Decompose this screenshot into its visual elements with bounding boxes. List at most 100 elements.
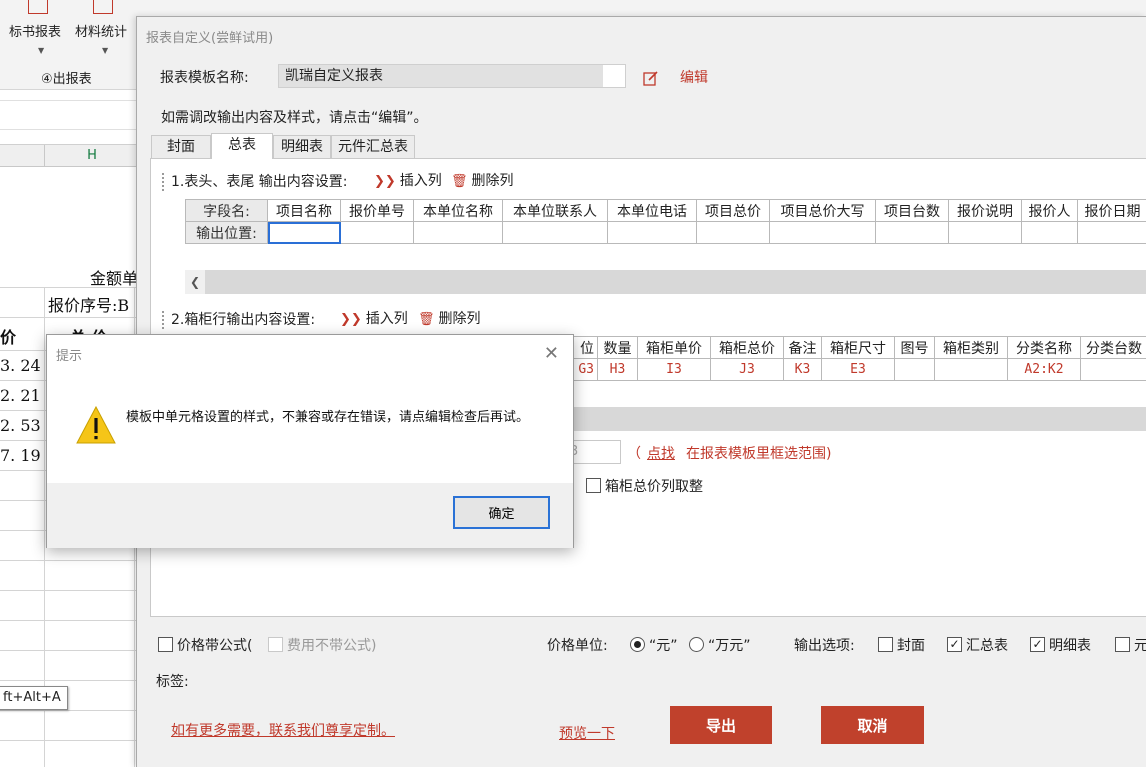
trash-icon: 🗑 xyxy=(451,174,468,189)
field-cell[interactable]: 分类名称 xyxy=(1007,336,1081,359)
tab-summary[interactable]: 总表 xyxy=(211,133,273,159)
field-cell[interactable]: 项目总价 xyxy=(696,199,770,222)
dropdown-arrow-icon[interactable]: ▼ xyxy=(38,46,44,55)
dropdown-arrow-icon[interactable]: ▼ xyxy=(102,46,108,55)
position-cell[interactable] xyxy=(934,358,1008,381)
price-formula-label: 价格带公式( xyxy=(177,638,253,654)
alert-message: 模板中单元格设置的样式，不兼容或存在错误，请点编辑检查后再试。 xyxy=(126,410,530,425)
field-cell[interactable]: 本单位名称 xyxy=(413,199,503,222)
ribbon-item-bid-report[interactable]: 标书报表 xyxy=(9,21,61,40)
field-cell[interactable]: 报价人 xyxy=(1021,199,1078,222)
field-cell[interactable]: 分类台数 xyxy=(1080,336,1146,359)
field-cell[interactable]: 报价日期 xyxy=(1077,199,1146,222)
field-cell[interactable]: 备注 xyxy=(783,336,822,359)
unit-yuan-radio[interactable] xyxy=(630,637,645,652)
section2-toolbar: 2.箱柜行输出内容设置: ❯❯ 插入列 🗑 删除列 xyxy=(158,307,493,333)
position-cell[interactable]: A2:K2 xyxy=(1007,358,1081,381)
price-formula-checkbox[interactable] xyxy=(158,637,173,652)
position-cell[interactable]: J3 xyxy=(710,358,784,381)
formula-bar[interactable] xyxy=(0,100,140,130)
section1-toolbar: 1.表头、表尾 输出内容设置: ❯❯ 插入列 🗑 删除列 xyxy=(158,169,526,195)
template-name-field[interactable]: 凯瑞自定义报表 xyxy=(278,64,626,88)
sheet-cell-value: 2. 21 xyxy=(0,386,41,405)
option-more-checkbox[interactable] xyxy=(1115,637,1130,652)
trash-icon: 🗑 xyxy=(418,312,435,327)
position-cell[interactable] xyxy=(696,221,770,244)
cabinet-field-name-row: 位 数量 箱柜单价 箱柜总价 备注 箱柜尺寸 图号 箱柜类别 分类名称 分类台数 xyxy=(541,336,1146,359)
fee-no-formula-checkbox[interactable] xyxy=(268,637,283,652)
position-cell[interactable]: E3 xyxy=(821,358,895,381)
section2-delete-column-button[interactable]: 🗑 删除列 xyxy=(418,307,481,332)
unit-yuan-label: “元” xyxy=(649,638,678,654)
sheet-price-col: 价 xyxy=(0,328,17,347)
stats-icon xyxy=(93,0,113,14)
option-summary-checkbox[interactable]: ✓ xyxy=(947,637,962,652)
position-cell[interactable] xyxy=(894,358,935,381)
insert-column-icon: ❯❯ xyxy=(374,174,396,189)
row-label-field: 字段名: xyxy=(185,199,268,222)
position-cell[interactable] xyxy=(413,221,503,244)
tab-cover[interactable]: 封面 xyxy=(151,135,211,159)
alert-footer: 确定 xyxy=(47,483,573,548)
position-cell[interactable]: I3 xyxy=(637,358,711,381)
position-cell[interactable] xyxy=(1021,221,1078,244)
field-cell[interactable]: 图号 xyxy=(894,336,935,359)
ribbon-item-material-stats[interactable]: 材料统计 xyxy=(75,21,127,40)
option-detail-checkbox[interactable]: ✓ xyxy=(1030,637,1045,652)
field-cell[interactable]: 数量 xyxy=(597,336,638,359)
field-cell[interactable]: 箱柜单价 xyxy=(637,336,711,359)
section2-horizontal-scrollbar[interactable] xyxy=(573,407,1146,431)
warning-icon xyxy=(76,405,116,444)
position-cell[interactable]: H3 xyxy=(597,358,638,381)
option-cover-label: 封面 xyxy=(897,638,925,654)
field-cell[interactable]: 报价单号 xyxy=(340,199,414,222)
position-cell[interactable] xyxy=(340,221,414,244)
column-header-h[interactable]: H xyxy=(45,145,140,167)
field-cell[interactable]: 项目台数 xyxy=(875,199,949,222)
section1-insert-column-button[interactable]: ❯❯ 插入列 xyxy=(374,169,442,194)
position-cell[interactable] xyxy=(948,221,1022,244)
edit-link[interactable]: 编辑 xyxy=(680,67,708,87)
alert-dialog: 提示 ✕ 模板中单元格设置的样式，不兼容或存在错误，请点编辑检查后再试。 确定 xyxy=(46,334,574,548)
section2-insert-column-button[interactable]: ❯❯ 插入列 xyxy=(340,307,408,332)
field-cell[interactable]: 箱柜尺寸 xyxy=(821,336,895,359)
position-cell[interactable]: K3 xyxy=(783,358,822,381)
ok-button[interactable]: 确定 xyxy=(453,496,550,529)
position-cell[interactable] xyxy=(607,221,697,244)
tab-detail[interactable]: 明细表 xyxy=(273,135,331,159)
field-cell[interactable]: 项目总价大写 xyxy=(769,199,876,222)
export-button[interactable]: 导出 xyxy=(670,706,772,744)
edit-hint: 如需调改输出内容及样式，请点击“编辑”。 xyxy=(161,110,428,126)
section1-delete-column-button[interactable]: 🗑 删除列 xyxy=(451,169,514,194)
tab-component-summary[interactable]: 元件汇总表 xyxy=(331,135,415,159)
cancel-button[interactable]: 取消 xyxy=(821,706,924,744)
round-total-checkbox[interactable] xyxy=(586,478,601,493)
range-hint-open: （ xyxy=(627,446,641,462)
position-cell[interactable] xyxy=(875,221,949,244)
field-cell[interactable]: 本单位电话 xyxy=(607,199,697,222)
field-cell[interactable]: 项目名称 xyxy=(267,199,341,222)
close-icon[interactable]: ✕ xyxy=(544,343,559,364)
scroll-left-arrow-icon[interactable]: ❮ xyxy=(185,270,205,294)
position-cell[interactable] xyxy=(502,221,608,244)
position-cell[interactable] xyxy=(769,221,876,244)
custom-service-link[interactable]: 如有更多需要，联系我们尊享定制。 xyxy=(171,720,395,740)
cabinet-position-row: G3 H3 I3 J3 K3 E3 A2:K2 xyxy=(541,358,1146,381)
ribbon-group-label: ④出报表 xyxy=(41,72,92,87)
output-options-label: 输出选项: xyxy=(794,638,855,654)
preview-link[interactable]: 预览一下 xyxy=(559,723,615,743)
field-cell[interactable]: 本单位联系人 xyxy=(502,199,608,222)
template-name-label: 报表模板名称: xyxy=(160,70,249,86)
find-range-link[interactable]: 点找 xyxy=(647,443,675,463)
field-cell[interactable]: 箱柜类别 xyxy=(934,336,1008,359)
option-cover-checkbox[interactable] xyxy=(878,637,893,652)
position-cell[interactable] xyxy=(1080,358,1146,381)
position-cell-selected[interactable] xyxy=(267,221,341,244)
unit-wanyuan-radio[interactable] xyxy=(689,637,704,652)
field-cell[interactable]: 报价说明 xyxy=(948,199,1022,222)
edit-icon[interactable] xyxy=(643,70,659,86)
column-header-g[interactable] xyxy=(0,145,45,167)
position-cell[interactable] xyxy=(1077,221,1146,244)
field-cell[interactable]: 箱柜总价 xyxy=(710,336,784,359)
section1-horizontal-scrollbar[interactable]: ❮ xyxy=(185,270,1146,294)
